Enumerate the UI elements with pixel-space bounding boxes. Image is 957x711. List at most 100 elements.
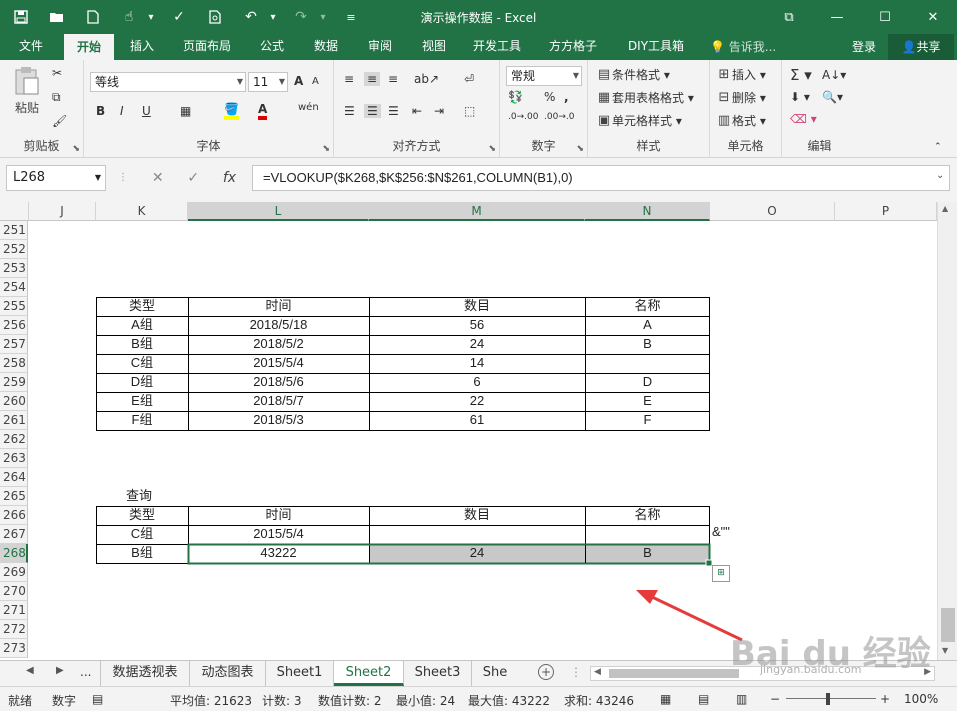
format-as-table-button[interactable]: ▦ 套用表格格式 ▾	[596, 89, 694, 106]
underline-button[interactable]: U	[142, 104, 151, 118]
comma-style-icon[interactable]: ,	[564, 90, 569, 104]
tab-file[interactable]: 文件	[12, 34, 50, 60]
alignment-launcher-icon[interactable]: ⬊	[488, 144, 496, 154]
query-cell[interactable]: B组	[96, 544, 188, 563]
cut-icon[interactable]: ✂	[52, 66, 62, 80]
number-launcher-icon[interactable]: ⬊	[576, 144, 584, 154]
conditional-format-button[interactable]: ▤ 条件格式 ▾	[596, 66, 670, 83]
maximize-icon[interactable]: ☐	[861, 0, 909, 34]
clear-icon[interactable]: ⌫ ▾	[790, 112, 817, 126]
insert-cells-button[interactable]: ⊞ 插入 ▾	[716, 66, 766, 83]
scroll-thumb[interactable]	[941, 608, 955, 642]
cancel-icon[interactable]: ✕	[152, 170, 164, 186]
more-sheets-button[interactable]: ...	[80, 665, 91, 679]
tell-me-box[interactable]: 💡 告诉我...	[710, 38, 776, 55]
table-cell[interactable]: E组	[96, 392, 188, 411]
table-cell[interactable]: 6	[369, 373, 585, 392]
sheet-tab[interactable]: 动态图表	[190, 661, 266, 686]
table-cell[interactable]: 56	[369, 316, 585, 335]
query-label[interactable]: 查询	[126, 487, 186, 506]
table-header-cell[interactable]: 时间	[188, 297, 369, 316]
table-header-cell[interactable]: 类型	[96, 297, 188, 316]
spreadsheet-grid[interactable]: J K L M N O P 251 252 253 254 255 256 257 258 25…	[0, 202, 957, 660]
normal-view-icon[interactable]: ▦	[660, 692, 671, 706]
sort-filter-icon[interactable]: A↓▾	[822, 68, 846, 82]
grow-font-button[interactable]: A	[294, 74, 303, 88]
macro-record-icon[interactable]: ▤	[92, 692, 103, 706]
fill-color-icon[interactable]: 🪣	[224, 102, 239, 120]
shrink-font-button[interactable]: A	[312, 76, 319, 87]
query-cell[interactable]	[585, 525, 710, 544]
table-cell[interactable]: C组	[96, 354, 188, 373]
zoom-level[interactable]: 100%	[904, 692, 938, 706]
tab-page-layout[interactable]: 页面布局	[176, 34, 238, 60]
number-format-dropdown[interactable]: 常规 ▼	[506, 66, 582, 86]
increase-decimal-icon[interactable]: .0→.00	[508, 112, 538, 122]
query-header-cell[interactable]: 时间	[188, 506, 369, 525]
query-cell[interactable]: 2015/5/4	[188, 525, 369, 544]
tab-view[interactable]: 视图	[414, 34, 454, 60]
query-cell[interactable]: B	[585, 544, 710, 563]
query-cell[interactable]: 24	[369, 544, 585, 563]
tab-formulas[interactable]: 公式	[252, 34, 292, 60]
table-cell[interactable]: 2018/5/18	[188, 316, 369, 335]
query-cell[interactable]: 43222	[188, 544, 369, 563]
zoom-out-icon[interactable]: −	[770, 692, 780, 706]
merge-center-icon[interactable]: ⬚	[464, 104, 475, 118]
format-cells-button[interactable]: ▥ 格式 ▾	[716, 112, 766, 129]
paste-button[interactable]: 粘贴	[8, 66, 46, 122]
minimize-icon[interactable]: —	[813, 0, 861, 34]
border-icon[interactable]: ▦	[180, 104, 191, 118]
tab-home[interactable]: 开始	[64, 34, 114, 60]
page-break-view-icon[interactable]: ▥	[736, 692, 747, 706]
font-color-icon[interactable]: A	[258, 102, 268, 120]
page-layout-view-icon[interactable]: ▤	[698, 692, 709, 706]
zoom-slider[interactable]	[786, 698, 876, 699]
query-header-cell[interactable]: 类型	[96, 506, 188, 525]
cell-note[interactable]: &""	[712, 523, 752, 542]
name-box[interactable]: L268 ▼	[6, 165, 106, 191]
prev-sheet-icon[interactable]: ◀	[26, 665, 34, 676]
table-cell[interactable]: 2015/5/4	[188, 354, 369, 373]
table-cell[interactable]	[585, 354, 710, 373]
ribbon-display-icon[interactable]: ⧉	[765, 0, 813, 34]
query-header-cell[interactable]: 名称	[585, 506, 710, 525]
currency-icon[interactable]: 💱	[508, 90, 523, 104]
phonetic-icon[interactable]: wén	[298, 102, 319, 113]
table-cell[interactable]: 24	[369, 335, 585, 354]
share-button[interactable]: 👤共享	[888, 34, 954, 60]
table-cell[interactable]: A	[585, 316, 710, 335]
orientation-icon[interactable]: ab↗	[414, 72, 439, 86]
zoom-slider-thumb[interactable]	[826, 693, 830, 705]
format-painter-icon[interactable]: 🖌	[52, 114, 67, 128]
wrap-text-icon[interactable]: ⏎	[464, 72, 474, 86]
next-sheet-icon[interactable]: ▶	[56, 665, 64, 676]
increase-indent-icon[interactable]: ⇥	[434, 104, 444, 118]
table-cell[interactable]: 61	[369, 411, 585, 430]
table-cell[interactable]: B组	[96, 335, 188, 354]
sheet-tab[interactable]: Sheet3	[404, 661, 472, 686]
table-cell[interactable]: 2018/5/6	[188, 373, 369, 392]
align-center-icon[interactable]: ☰	[364, 104, 381, 118]
zoom-in-icon[interactable]: +	[880, 692, 890, 706]
find-select-icon[interactable]: 🔍▾	[822, 90, 843, 104]
tab-review[interactable]: 审阅	[360, 34, 400, 60]
scroll-left-icon[interactable]: ◀	[594, 667, 601, 677]
table-header-cell[interactable]: 数目	[369, 297, 585, 316]
delete-cells-button[interactable]: ⊟ 删除 ▾	[716, 89, 766, 106]
decrease-indent-icon[interactable]: ⇤	[412, 104, 422, 118]
insert-function-button[interactable]: fx	[223, 170, 236, 186]
split-handle-icon[interactable]: ⋮	[570, 665, 582, 679]
percent-button[interactable]: %	[544, 90, 555, 104]
table-header-cell[interactable]: 名称	[585, 297, 710, 316]
enter-icon[interactable]: ✓	[187, 170, 199, 186]
query-cell[interactable]: C组	[96, 525, 188, 544]
scroll-up-icon[interactable]: ▲	[942, 204, 948, 213]
copy-icon[interactable]: ⧉	[52, 90, 61, 105]
quick-analysis-icon[interactable]: ⊞	[712, 565, 730, 582]
formula-input[interactable]: =VLOOKUP($K268,$K$256:$N$261,COLUMN(B1),…	[252, 165, 950, 191]
align-right-icon[interactable]: ☰	[388, 104, 399, 118]
expand-formula-icon[interactable]: ⌄	[936, 170, 944, 181]
table-cell[interactable]: F	[585, 411, 710, 430]
fill-icon[interactable]: ⬇ ▾	[790, 90, 810, 104]
